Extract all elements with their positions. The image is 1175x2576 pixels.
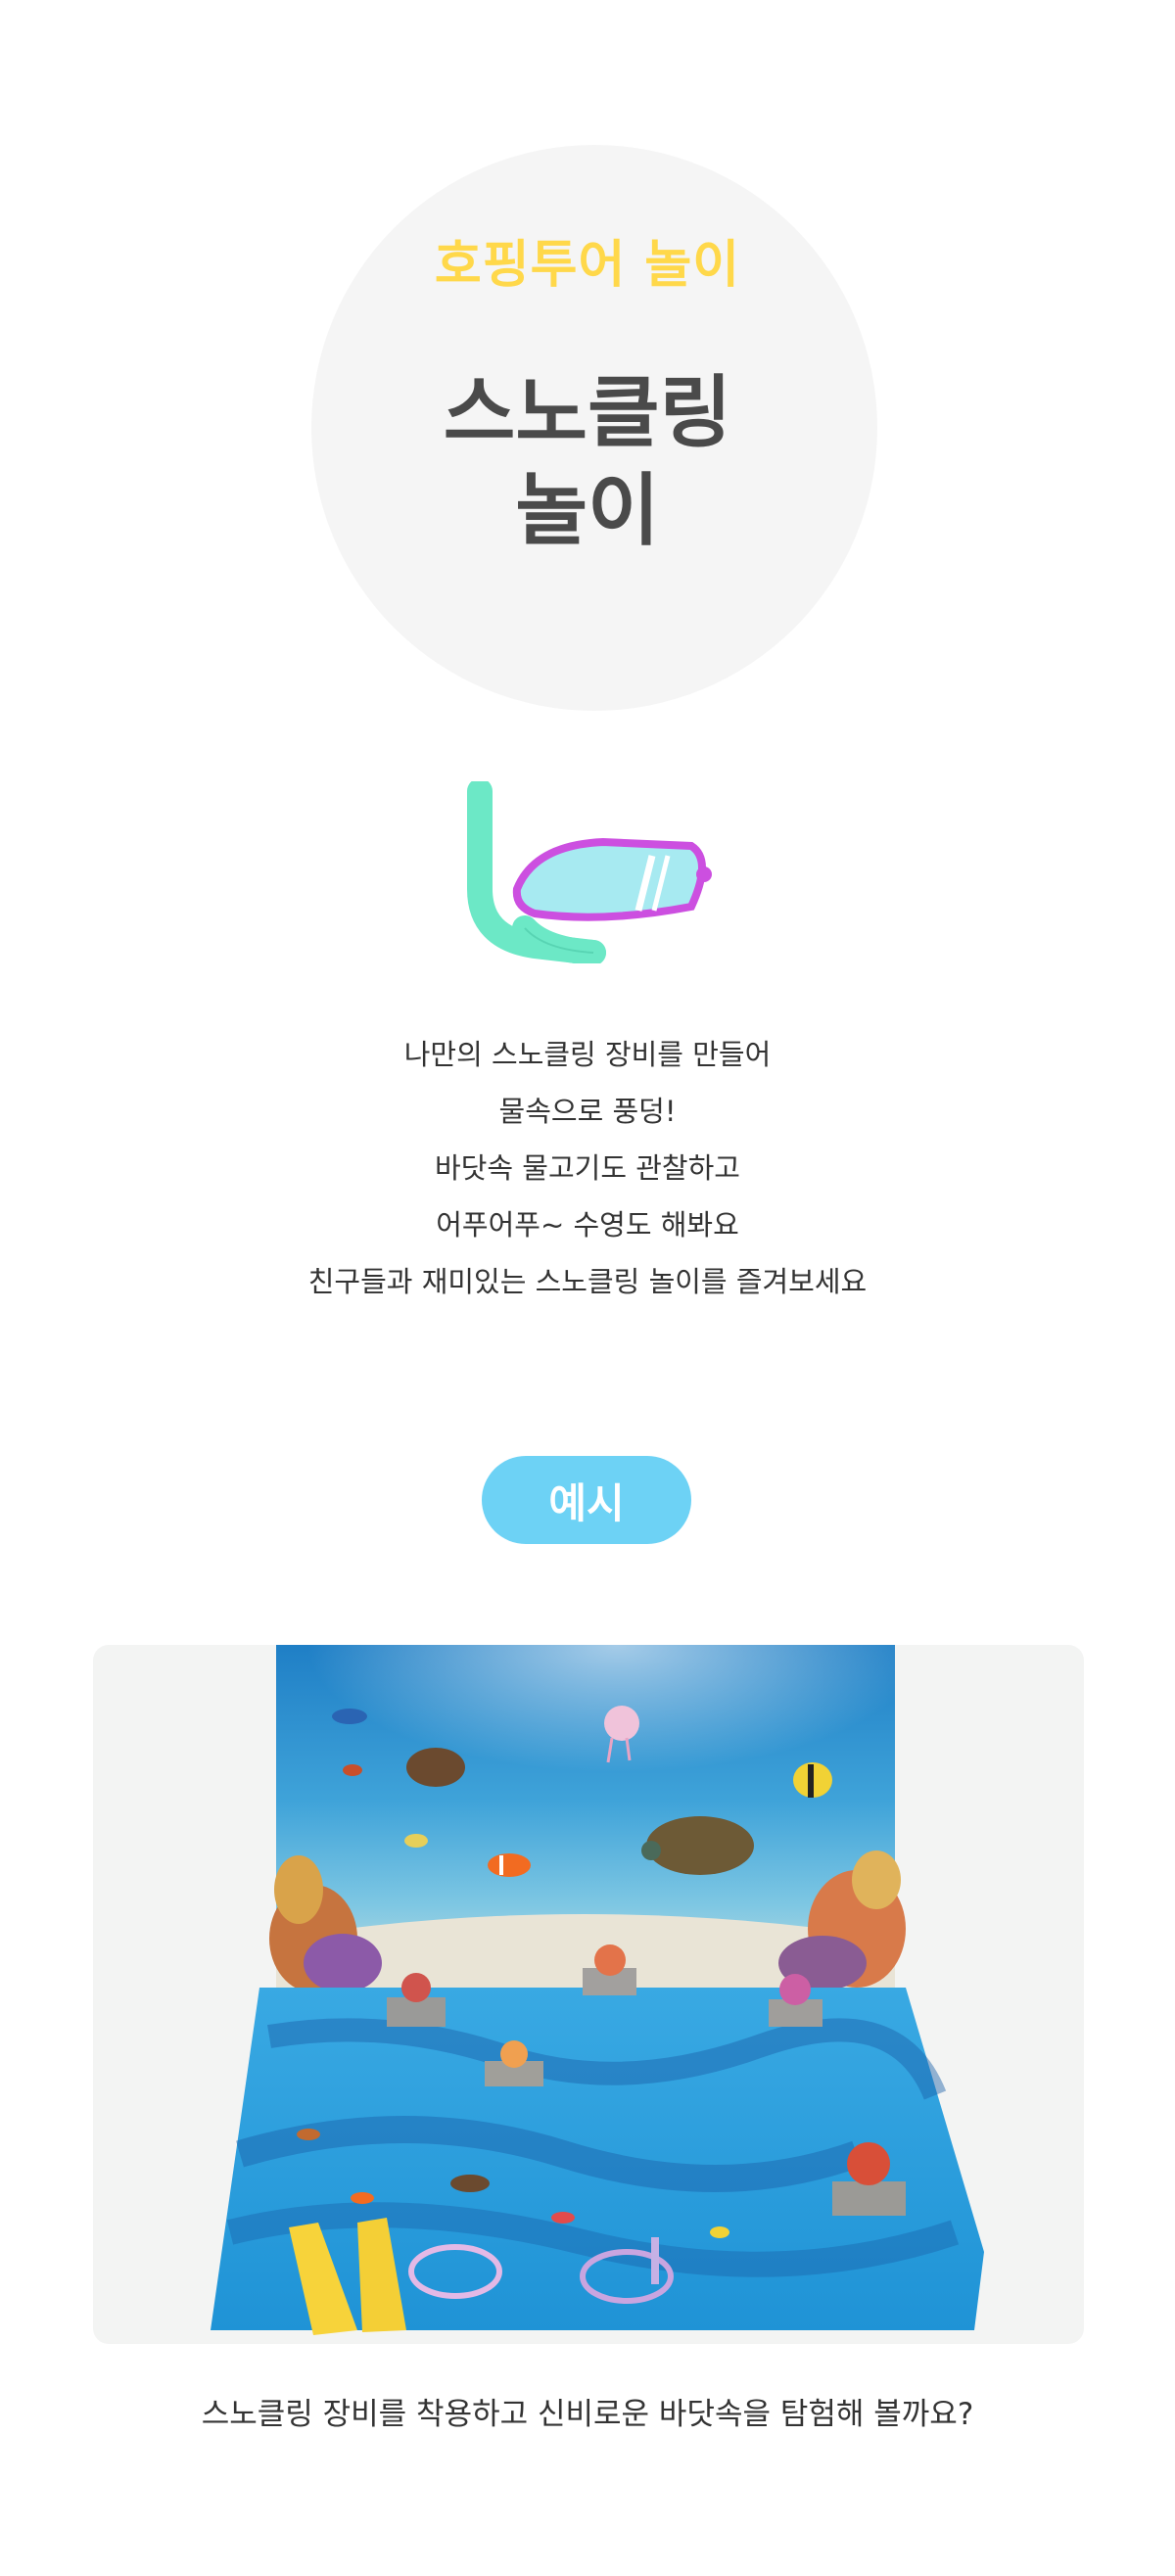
description: 나만의 스노클링 장비를 만들어 물속으로 풍덩! 바닷속 물고기도 관찰하고 … (0, 1026, 1175, 1310)
example-photo (93, 1645, 1084, 2344)
hero-title-line-2: 놀이 (515, 465, 660, 556)
description-line: 물속으로 풍덩! (498, 1095, 677, 1128)
description-line: 어푸어푸~ 수영도 해봐요 (436, 1208, 739, 1241)
hero-title-line-1: 스노클링 (443, 367, 732, 458)
ocean-playset-illustration (211, 1645, 984, 2335)
snorkel-icon (467, 781, 712, 963)
example-badge: 예시 (482, 1456, 691, 1544)
hero-title: 스노클링 놀이 (0, 364, 1175, 560)
description-line: 친구들과 재미있는 스노클링 놀이를 즐겨보세요 (307, 1265, 868, 1298)
example-caption: 스노클링 장비를 착용하고 신비로운 바닷속을 탐험해 볼까요? (201, 2397, 974, 2432)
description-line: 나만의 스노클링 장비를 만들어 (403, 1038, 772, 1071)
description-line: 바닷속 물고기도 관찰하고 (435, 1151, 740, 1185)
hero-subtitle: 호핑투어 놀이 (434, 236, 741, 295)
